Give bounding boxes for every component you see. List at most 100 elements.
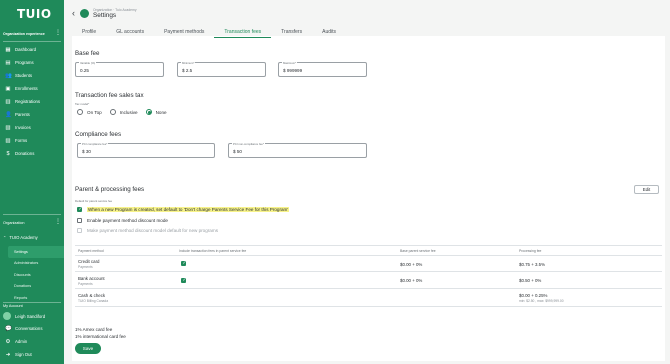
checkbox[interactable]	[77, 218, 82, 223]
tab-profile[interactable]: Profile	[72, 26, 106, 38]
radio-circle	[109, 109, 116, 115]
org-options-icon[interactable]: ⋮	[55, 219, 61, 225]
nav-item-invoices[interactable]: ▧ Invoices	[0, 121, 64, 134]
more-options-icon[interactable]: ⋮	[55, 30, 61, 36]
default-fee-label: Default for parent service fee	[75, 199, 113, 203]
header-text: Organization · Tuio Academy Settings	[93, 8, 137, 19]
tab-transaction-fees[interactable]: Transaction fees	[214, 26, 272, 38]
radio-label: On Top	[87, 109, 102, 115]
radio-inclusive[interactable]: Inclusive	[109, 109, 138, 115]
nav-item-parents[interactable]: 👤 Parents	[0, 108, 64, 121]
field-label: Maximum*	[282, 61, 298, 65]
gear-icon: ⚙	[5, 338, 11, 345]
column-header-processing: Processing fee	[519, 249, 542, 253]
tab-transfers[interactable]: Transfers	[271, 26, 312, 38]
nav-label: Forms	[15, 138, 28, 143]
nav-label: Dashboard	[15, 47, 37, 52]
nav-label: Students	[15, 73, 32, 78]
radio-label: None	[155, 109, 167, 115]
save-button[interactable]: Save	[75, 343, 101, 354]
clipboard-icon: ▥	[5, 98, 11, 105]
checkbox-default-no-parent-fee[interactable]: When a new Program is created, set defau…	[77, 206, 290, 212]
minimum-fee-field[interactable]: Minimum* $ 2.5	[177, 61, 266, 77]
grid-icon: ▦	[5, 46, 11, 53]
checkbox-label: Enable payment method discount mode	[87, 218, 168, 223]
divider	[3, 302, 61, 303]
pci-compliance-field[interactable]: PCI compliance fee* $ 30	[77, 142, 215, 158]
cell-processing-fee: $0.50 + 0%	[519, 278, 542, 283]
nav-item-dashboard[interactable]: ▦ Dashboard	[0, 43, 64, 56]
field-value: $ 50	[233, 148, 242, 154]
checkbox-label: Make payment method discount model defau…	[87, 228, 218, 233]
intl-fee-note: 1% international card fee	[75, 334, 126, 339]
field-value: $ 999999	[283, 67, 303, 73]
nav-label: Donations	[15, 151, 35, 156]
cell-method-sub: Payments	[78, 265, 93, 269]
nav-item-programs[interactable]: ▤ Programs	[0, 56, 64, 69]
checkbox-discount-default[interactable]: Make payment method discount model defau…	[77, 228, 218, 233]
checkbox[interactable]	[77, 228, 82, 233]
nav-label: Invoices	[15, 125, 31, 130]
cell-method: Bank account	[78, 276, 105, 281]
org-selector[interactable]: ⌃ TUIO Academy	[3, 235, 38, 240]
sub-item-administrators[interactable]: Administrators	[8, 258, 64, 270]
my-account-label: My Account	[3, 304, 23, 308]
page-header: ‹ Organization · Tuio Academy Settings	[72, 2, 137, 24]
sub-item-settings[interactable]: Settings	[8, 246, 64, 258]
field-value: 0.25	[80, 67, 89, 73]
nav-label: Sign Out	[15, 352, 32, 357]
include-fee-checkbox[interactable]	[181, 277, 186, 283]
nav-item-forms[interactable]: ▨ Forms	[0, 134, 64, 147]
variable-fee-field[interactable]: Variable (%) 0.25	[75, 61, 164, 77]
nav-item-conversations[interactable]: 💬 Conversations	[0, 322, 64, 335]
user-name: Leigh Sandiford	[15, 313, 46, 319]
checkbox-label: When a new Program is created, set defau…	[87, 207, 290, 212]
column-header-base: Base parent service fee	[400, 249, 436, 253]
content-area	[64, 0, 670, 364]
radio-none[interactable]: None	[145, 109, 167, 115]
field-label: Minimum*	[181, 61, 196, 65]
pci-non-compliance-field[interactable]: PCI non-compliance fee* $ 50	[228, 142, 367, 158]
nav-item-enrollments[interactable]: ▣ Enrollments	[0, 82, 64, 95]
sub-item-discounts[interactable]: Discounts	[8, 269, 64, 281]
checkbox-discount-mode[interactable]: Enable payment method discount mode	[77, 218, 168, 223]
invoice-icon: ▧	[5, 124, 11, 131]
include-fee-checkbox[interactable]	[181, 260, 186, 266]
sidebar: TUIO Organization experience ⋮ ▦ Dashboar…	[0, 0, 64, 364]
settings-panel	[72, 36, 665, 361]
cell-processing-limits: min: $2.50 , max: $999,999.00	[519, 299, 564, 303]
bottom-nav: 💬 Conversations ⚙ Admin ➜ Sign Out	[0, 322, 64, 361]
table-divider	[75, 255, 662, 256]
column-header-method: Payment method	[78, 249, 104, 253]
tab-gl-accounts[interactable]: GL accounts	[106, 26, 154, 38]
avatar	[3, 312, 11, 320]
nav-item-sign-out[interactable]: ➜ Sign Out	[0, 348, 64, 361]
radio-circle	[145, 109, 152, 115]
radio-on-top[interactable]: On Top	[77, 109, 102, 115]
nav-item-admin[interactable]: ⚙ Admin	[0, 335, 64, 348]
field-label: PCI compliance fee*	[81, 142, 109, 146]
breadcrumb[interactable]: Organization · Tuio Academy	[93, 8, 137, 12]
nav-item-students[interactable]: 👥 Students	[0, 69, 64, 82]
form-icon: ▨	[5, 137, 11, 144]
table-divider	[75, 271, 662, 272]
parent-fees-title: Parent & processing fees	[75, 186, 145, 193]
table-divider	[75, 245, 662, 246]
nav-item-donations[interactable]: $ Donations	[0, 147, 64, 160]
nav-label: Registrations	[15, 99, 41, 104]
cell-base-fee: $0.00 + 0%	[400, 262, 423, 267]
sub-item-donations[interactable]: Donations	[8, 281, 64, 293]
back-arrow-icon[interactable]: ‹	[72, 8, 75, 18]
chat-icon: 💬	[5, 325, 12, 332]
edit-button[interactable]: Edit	[634, 185, 659, 194]
tab-audits[interactable]: Audits	[312, 26, 346, 38]
table-divider	[75, 306, 662, 307]
user-profile[interactable]: Leigh Sandiford	[3, 311, 45, 321]
cell-method-sub: TUIO Billing Canada	[78, 299, 109, 303]
document-icon: ▣	[5, 85, 11, 92]
maximum-fee-field[interactable]: Maximum* $ 999999	[278, 61, 367, 77]
nav-item-registrations[interactable]: ▥ Registrations	[0, 95, 64, 108]
cell-processing-fee: $0.75 + 3.5%	[519, 262, 545, 267]
checkbox[interactable]	[77, 206, 82, 212]
tab-payment-methods[interactable]: Payment methods	[154, 26, 214, 38]
